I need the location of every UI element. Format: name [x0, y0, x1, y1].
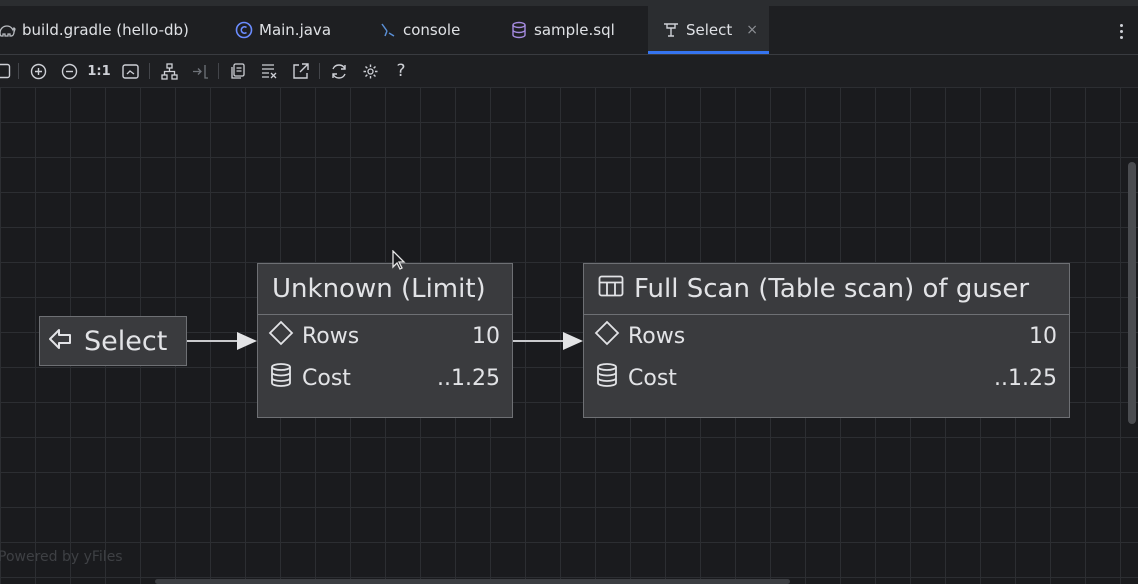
copy-icon[interactable]	[227, 61, 249, 81]
tab-label: sample.sql	[534, 21, 615, 39]
scan-node-header: Full Scan (Table scan) of guser	[584, 264, 1069, 315]
edge-arrowhead	[563, 332, 583, 350]
more-options-icon[interactable]	[1120, 24, 1124, 42]
collapse-icon[interactable]	[189, 61, 211, 81]
editor-tab-bar: build.gradle (hello-db) Main.java consol…	[0, 6, 1138, 55]
scan-node[interactable]: Full Scan (Table scan) of guser Rows 10 …	[583, 263, 1070, 418]
limit-node-title: Unknown (Limit)	[258, 264, 512, 315]
console-icon	[379, 21, 397, 39]
tab-build-gradle[interactable]: build.gradle (hello-db)	[0, 6, 189, 54]
zoom-in-icon[interactable]	[27, 61, 49, 81]
tab-sample-sql[interactable]: sample.sql	[510, 6, 615, 54]
scan-node-rows: Rows 10	[584, 315, 1069, 357]
cost-database-icon	[268, 362, 294, 394]
tab-select[interactable]: Select ×	[648, 6, 769, 54]
cost-value: ..1.25	[994, 365, 1057, 391]
rows-diamond-icon	[594, 320, 620, 352]
vertical-scrollbar[interactable]	[1128, 162, 1136, 424]
frame-icon[interactable]	[0, 61, 14, 81]
tab-console[interactable]: console	[379, 6, 460, 54]
scan-node-title: Full Scan (Table scan) of guser	[634, 274, 1030, 304]
query-plan-icon	[662, 21, 680, 39]
limit-node[interactable]: Unknown (Limit) Rows 10 Cost ..1.25	[257, 263, 513, 418]
limit-node-rows: Rows 10	[258, 315, 512, 357]
arrow-left-icon	[48, 326, 74, 357]
cost-value: ..1.25	[437, 365, 500, 391]
tab-label: Select	[686, 21, 733, 39]
yfiles-watermark: Powered by yFiles	[0, 549, 123, 565]
rows-label: Rows	[628, 323, 686, 349]
rows-value: 10	[1029, 323, 1057, 349]
tab-label: build.gradle (hello-db)	[22, 21, 189, 39]
toolbar-separator	[149, 63, 150, 79]
edge-limit-scan	[513, 340, 565, 342]
cost-label: Cost	[628, 365, 677, 391]
actual-size-icon[interactable]: 1:1	[87, 61, 110, 81]
java-class-icon	[235, 21, 253, 39]
rows-diamond-icon	[268, 320, 294, 352]
mouse-cursor-icon	[392, 249, 406, 274]
tab-label: Main.java	[259, 21, 332, 39]
toolbar-separator	[218, 63, 219, 79]
toolbar-separator	[18, 63, 19, 79]
refresh-icon[interactable]	[328, 61, 350, 81]
properties-icon[interactable]	[259, 61, 281, 81]
limit-node-cost: Cost ..1.25	[258, 357, 512, 399]
rows-label: Rows	[302, 323, 360, 349]
gradle-elephant-icon	[0, 21, 16, 39]
close-icon[interactable]: ×	[746, 22, 758, 38]
export-icon[interactable]	[290, 61, 312, 81]
edge-arrowhead	[237, 332, 257, 350]
diagram-canvas[interactable]: Select Unknown (Limit) Rows 10 Cost ..1.…	[0, 87, 1138, 584]
horizontal-scrollbar[interactable]	[155, 579, 790, 584]
edge-select-limit	[187, 340, 239, 342]
scan-node-cost: Cost ..1.25	[584, 357, 1069, 399]
fit-content-icon[interactable]	[119, 61, 141, 81]
select-node-label: Select	[84, 325, 168, 357]
layout-icon[interactable]	[158, 61, 180, 81]
rows-value: 10	[472, 323, 500, 349]
zoom-out-icon[interactable]	[58, 61, 80, 81]
tab-label: console	[403, 21, 461, 39]
table-icon	[598, 274, 624, 304]
toolbar-separator	[319, 63, 320, 79]
database-file-icon	[510, 21, 528, 39]
cost-label: Cost	[302, 365, 351, 391]
help-icon[interactable]: ?	[390, 61, 412, 81]
cost-database-icon	[594, 362, 620, 394]
tab-main-java[interactable]: Main.java	[235, 6, 331, 54]
diagram-toolbar: 1:1 ?	[0, 55, 1138, 87]
select-node[interactable]: Select	[39, 316, 187, 366]
settings-icon[interactable]	[359, 61, 381, 81]
